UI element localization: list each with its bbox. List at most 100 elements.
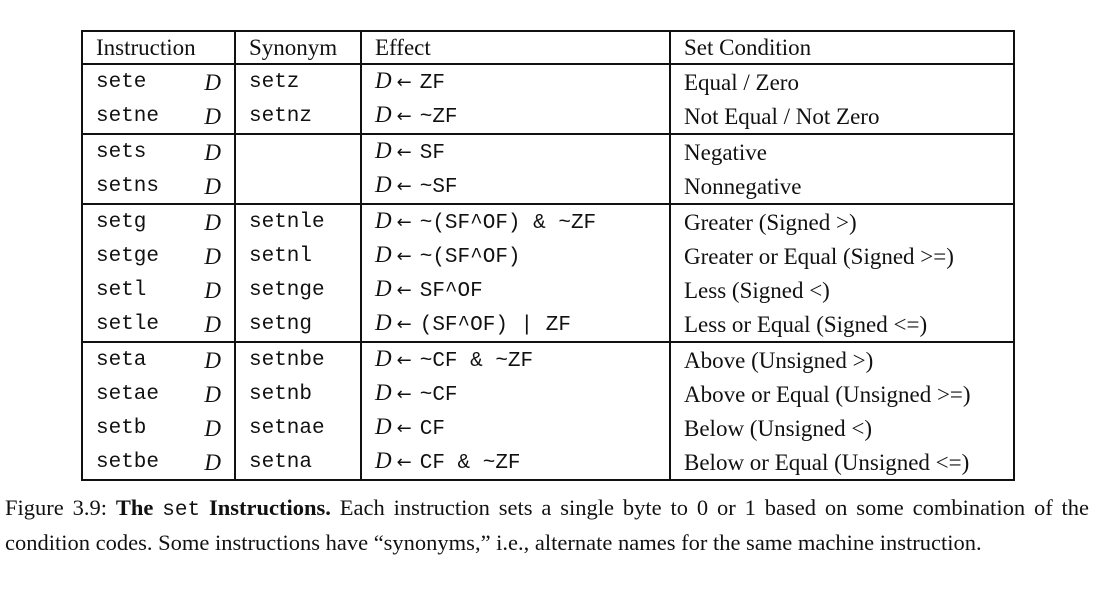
table-header-row: Instruction Synonym Effect Set Condition xyxy=(82,31,1014,65)
instruction-mnemonic: setg xyxy=(96,210,147,234)
assign-arrow-icon: ← xyxy=(396,246,412,267)
effect-cell: D ← CF xyxy=(361,411,671,445)
effect-expression: CF xyxy=(419,418,445,441)
set-condition-cell: Equal / Zero xyxy=(684,69,799,95)
table-row: setb Dsetnae D ← CF Below (Unsigned <) xyxy=(82,411,1014,445)
set-condition-cell: Below or Equal (Unsigned <=) xyxy=(684,449,970,475)
instruction-operand: D xyxy=(189,307,235,343)
instruction-mnemonic: setae xyxy=(96,382,160,406)
table-row: setbe Dsetna D ← CF & ~ZF Below or Equal (Uns… xyxy=(82,445,1014,480)
effect-cell: D ← SF^OF xyxy=(361,273,671,307)
effect-expression: SF^OF xyxy=(419,280,483,303)
effect-expression: ~ZF xyxy=(419,106,458,129)
instruction-mnemonic: setge xyxy=(96,244,160,268)
set-instructions-table: Instruction Synonym Effect Set Condition… xyxy=(81,30,1015,481)
set-condition-cell: Negative xyxy=(684,139,768,165)
assign-arrow-icon: ← xyxy=(396,384,412,405)
figure-label: Figure 3.9: xyxy=(5,495,107,520)
instruction-operand: D xyxy=(204,243,221,269)
effect-expression: CF & ~ZF xyxy=(419,452,521,475)
effect-cell: D ← SF xyxy=(361,134,671,169)
effect-destination: D xyxy=(375,138,392,163)
set-condition-cell: Below (Unsigned <) xyxy=(684,415,872,441)
set-condition-cell: Less or Equal (Signed <=) xyxy=(670,307,1014,343)
assign-arrow-icon: ← xyxy=(396,418,412,439)
set-condition-cell: Above (Unsigned >) xyxy=(684,347,874,373)
effect-expression: ~(SF^OF) xyxy=(419,246,521,269)
table-row: sete Dsetz D ← ZF Equal / Zero xyxy=(82,64,1014,99)
effect-destination: D xyxy=(375,310,392,335)
instruction-mnemonic: sete xyxy=(96,70,147,94)
synonym-cell: setng xyxy=(234,307,362,343)
effect-expression: ~(SF^OF) & ~ZF xyxy=(419,212,597,235)
header-effect: Effect xyxy=(361,31,671,65)
instruction-mnemonic: sets xyxy=(96,140,147,164)
effect-cell: D ← ZF xyxy=(361,64,671,99)
effect-expression: ~CF & ~ZF xyxy=(419,350,534,373)
caption-title-mono: set xyxy=(162,499,201,522)
effect-destination: D xyxy=(375,380,392,405)
header-synonym: Synonym xyxy=(234,31,362,65)
synonym-cell: setz xyxy=(234,64,362,99)
header-set-condition: Set Condition xyxy=(670,31,1014,65)
assign-arrow-icon: ← xyxy=(396,212,412,233)
effect-destination: D xyxy=(375,346,392,371)
effect-expression: ~CF xyxy=(419,384,458,407)
set-condition-cell: Above or Equal (Unsigned >=) xyxy=(684,381,971,407)
instruction-operand: D xyxy=(204,347,221,373)
synonym-cell: setnae xyxy=(234,411,362,445)
instruction-mnemonic: setb xyxy=(96,416,147,440)
assign-arrow-icon: ← xyxy=(396,72,412,93)
instruction-operand: D xyxy=(204,415,221,441)
caption-title-word-2: Instructions. xyxy=(209,495,331,520)
synonym-cell: setnge xyxy=(234,273,362,307)
effect-destination: D xyxy=(375,414,392,439)
effect-cell: D ← (SF^OF) | ZF xyxy=(361,307,671,343)
table-row: setae Dsetnb D ← ~CF Above or Equal (Unsigned… xyxy=(82,377,1014,411)
effect-cell: D ← ~CF xyxy=(361,377,671,411)
assign-arrow-icon: ← xyxy=(396,350,412,371)
effect-cell: D ← ~CF & ~ZF xyxy=(361,342,671,377)
instruction-operand: D xyxy=(189,99,235,135)
effect-expression: ~SF xyxy=(419,176,458,199)
assign-arrow-icon: ← xyxy=(396,142,412,163)
instruction-mnemonic: setle xyxy=(82,307,189,343)
synonym-cell xyxy=(234,134,362,169)
instruction-mnemonic: setns xyxy=(82,169,189,205)
assign-arrow-icon: ← xyxy=(396,314,412,335)
instruction-operand: D xyxy=(204,209,221,235)
effect-cell: D ← ~ZF xyxy=(361,99,671,135)
table-row: setg Dsetnle D ← ~(SF^OF) & ~ZF Greater (Sign… xyxy=(82,204,1014,239)
instruction-operand: D xyxy=(204,139,221,165)
effect-cell: D ← ~(SF^OF) & ~ZF xyxy=(361,204,671,239)
instruction-operand: D xyxy=(204,69,221,95)
synonym-cell: setna xyxy=(234,445,362,480)
effect-expression: (SF^OF) | ZF xyxy=(419,314,571,337)
effect-destination: D xyxy=(375,68,392,93)
header-instruction: Instruction xyxy=(82,31,235,65)
set-condition-cell: Nonnegative xyxy=(670,169,1014,205)
synonym-cell xyxy=(234,169,362,205)
caption-title-word-1: The xyxy=(115,495,154,520)
synonym-cell: setnz xyxy=(234,99,362,135)
assign-arrow-icon: ← xyxy=(396,106,412,127)
table-row: setl Dsetnge D ← SF^OF Less (Signed <) xyxy=(82,273,1014,307)
effect-destination: D xyxy=(375,208,392,233)
instruction-mnemonic: setne xyxy=(82,99,189,135)
set-condition-cell: Greater (Signed >) xyxy=(684,209,857,235)
effect-expression: ZF xyxy=(419,72,445,95)
instruction-mnemonic: seta xyxy=(96,348,147,372)
instruction-operand: D xyxy=(189,169,235,205)
table-row: setge Dsetnl D ← ~(SF^OF) Greater or Equal (S… xyxy=(82,239,1014,273)
synonym-cell: setnl xyxy=(234,239,362,273)
instruction-mnemonic: setbe xyxy=(96,450,160,474)
synonym-cell: setnb xyxy=(234,377,362,411)
assign-arrow-icon: ← xyxy=(396,176,412,197)
table-row: setle Dsetng D ← (SF^OF) | ZF Less or Equal (… xyxy=(82,307,1014,343)
set-condition-cell: Not Equal / Not Zero xyxy=(670,99,1014,135)
table-row: setns D D ← ~SF Nonnegative xyxy=(82,169,1014,205)
assign-arrow-icon: ← xyxy=(396,452,412,473)
figure-caption: Figure 3.9: The set Instructions. Each i… xyxy=(5,492,1089,559)
effect-destination: D xyxy=(375,172,392,197)
effect-cell: D ← CF & ~ZF xyxy=(361,445,671,480)
